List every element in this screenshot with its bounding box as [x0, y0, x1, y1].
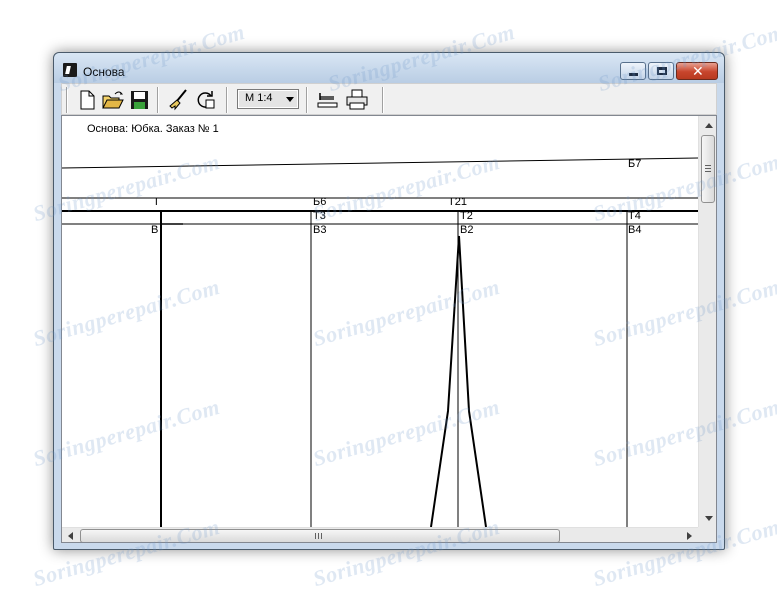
drawing-area: Основа: Юбка. Заказ № 1 Б7 Т Б6 Т21 Т3 Т…: [61, 115, 717, 543]
drawing-caption: Основа: Юбка. Заказ № 1: [87, 123, 219, 135]
refresh-button[interactable]: [192, 87, 218, 113]
clear-button[interactable]: [166, 87, 192, 113]
app-window: Основа ✕ М 1:4 Основа: Юбка. Заказ № 1 Б…: [53, 52, 725, 550]
point-label-t21: Т21: [448, 196, 467, 208]
app-icon[interactable]: [63, 63, 77, 77]
point-label-t2: Т2: [460, 210, 473, 222]
new-button[interactable]: [74, 87, 100, 113]
scroll-down-icon[interactable]: [705, 516, 713, 521]
toolbar-separator: [226, 87, 228, 113]
point-label-b6: Б6: [313, 196, 327, 208]
toolbar-separator: [66, 87, 68, 113]
point-label-b: В: [151, 224, 159, 236]
point-label-b7: Б7: [628, 158, 642, 170]
toolbar-separator: [306, 87, 308, 113]
point-label-b4: В4: [628, 224, 642, 236]
grip-icon: [705, 165, 711, 172]
toolbar: М 1:4: [61, 83, 717, 115]
ruler-icon: [317, 93, 338, 108]
chevron-down-icon: [286, 97, 294, 102]
window-title: Основа: [83, 65, 125, 79]
scale-value: М 1:4: [245, 92, 273, 104]
point-label-t: Т: [153, 196, 160, 208]
toolbar-separator: [382, 87, 384, 113]
horizontal-scrollbar[interactable]: [62, 527, 698, 542]
close-button[interactable]: ✕: [676, 62, 718, 80]
save-disk-icon: [131, 91, 148, 109]
scroll-right-icon[interactable]: [687, 532, 692, 540]
point-label-t3: Т3: [313, 210, 326, 222]
refresh-icon: [197, 91, 215, 109]
close-icon: ✕: [692, 63, 704, 79]
scale-select[interactable]: М 1:4: [237, 89, 299, 109]
vertical-scroll-thumb[interactable]: [701, 135, 715, 203]
open-folder-icon: [102, 91, 124, 109]
toolbar-separator: [157, 87, 159, 113]
horizontal-scroll-thumb[interactable]: [80, 529, 560, 542]
brush-icon: [169, 89, 187, 111]
scroll-left-icon[interactable]: [68, 532, 73, 540]
point-label-b3: В3: [313, 224, 327, 236]
restore-button[interactable]: [648, 62, 674, 80]
scroll-up-icon[interactable]: [705, 123, 713, 128]
point-label-b2: В2: [460, 224, 474, 236]
new-document-icon: [80, 90, 95, 110]
scrollbar-corner: [698, 527, 716, 542]
pattern-canvas[interactable]: Основа: Юбка. Заказ № 1 Б7 Т Б6 Т21 Т3 Т…: [62, 116, 698, 527]
print-button[interactable]: [344, 87, 370, 113]
waist-curve-line: [62, 157, 698, 169]
restore-icon: [657, 67, 667, 75]
pattern-drawing: [62, 157, 698, 527]
open-button[interactable]: [100, 87, 126, 113]
point-label-t4: Т4: [628, 210, 641, 222]
save-button[interactable]: [126, 87, 152, 113]
title-bar[interactable]: Основа ✕: [54, 53, 724, 83]
printer-icon: [346, 89, 368, 110]
grip-icon: [315, 533, 322, 539]
minimize-icon: [629, 73, 638, 76]
ruler-button[interactable]: [314, 87, 340, 113]
minimize-button[interactable]: [620, 62, 646, 80]
vertical-scrollbar[interactable]: [698, 116, 716, 527]
